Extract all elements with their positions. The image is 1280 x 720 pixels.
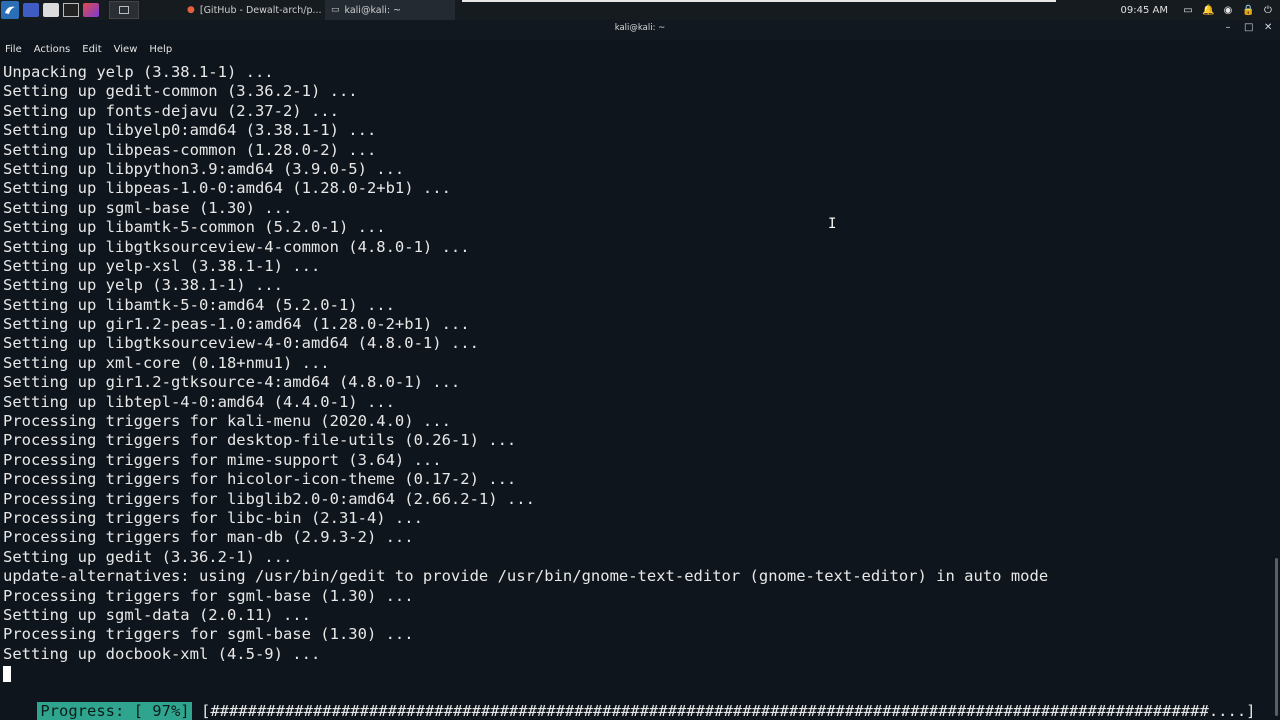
network-icon[interactable]: ◉ [1222,5,1234,16]
close-icon[interactable]: ✕ [1264,22,1272,33]
terminal-line: Processing triggers for sgml-base (1.30)… [3,625,414,644]
terminal-line: Setting up libamtk-5-0:amd64 (5.2.0-1) .… [3,295,395,314]
terminal-line: Setting up libyelp0:amd64 (3.38.1-1) ... [3,121,377,140]
terminal-line: Setting up libpeas-common (1.28.0-2) ... [3,140,377,159]
terminal-line: Processing triggers for libglib2.0-0:amd… [3,489,535,508]
terminal-line: Setting up libtepl-4-0:amd64 (4.4.0-1) .… [3,392,395,411]
apt-progress: Progress: [ 97%] [######################… [0,683,1255,720]
terminal-line: Processing triggers for mime-support (3.… [3,450,442,469]
terminal-line: Processing triggers for kali-menu (2020.… [3,412,451,431]
menu-actions[interactable]: Actions [29,44,71,55]
menu-edit[interactable]: Edit [77,44,101,55]
terminal-line: Processing triggers for hicolor-icon-the… [3,470,517,489]
menu-help[interactable]: Help [144,44,172,55]
terminal-line: Setting up sgml-base (1.30) ... [3,198,293,217]
window-titlebar[interactable]: kali@kali: ~ – □ ✕ [0,20,1280,40]
terminal-line: Setting up libpeas-1.0-0:amd64 (1.28.0-2… [3,179,451,198]
taskbar-item-terminal[interactable]: ▭ kali@kali: ~ [325,0,455,20]
terminal-line: Setting up yelp-xsl (3.38.1-1) ... [3,256,321,275]
terminal-launcher-icon[interactable] [63,3,79,17]
progress-label: Progress: [ 97%] [37,702,192,720]
notification-bell-icon[interactable]: 🔔 [1202,5,1214,16]
minimize-icon[interactable]: – [1224,22,1232,33]
power-icon[interactable]: ⏻ [1262,5,1274,16]
window-title: kali@kali: ~ [614,23,666,33]
taskbar-item-label: kali@kali: ~ [344,4,402,16]
screen-icon[interactable]: ▭ [1182,5,1194,16]
terminal-cursor-line [0,664,1272,683]
system-tray: 09:45 AM ▭ 🔔 ◉ 🔒 ⏻ [1121,0,1280,20]
terminal-line: Setting up xml-core (0.18+nmu1) ... [3,353,330,372]
lock-icon[interactable]: 🔒 [1242,5,1254,16]
workspace-switcher[interactable] [109,1,139,19]
terminal-line: Setting up libpython3.9:amd64 (3.9.0-5) … [3,159,405,178]
terminal-icon: ▭ [331,5,340,15]
text-cursor [3,666,11,683]
panel-launchers [0,0,139,20]
taskbar-item-firefox[interactable]: ● [GitHub - Dewalt-arch/p... [181,0,325,20]
terminal-line: Setting up libamtk-5-common (5.2.0-1) ..… [3,218,386,237]
terminal-line: Processing triggers for sgml-base (1.30)… [3,586,414,605]
file-manager-icon[interactable] [43,3,59,17]
browser-launcher-icon[interactable] [83,3,99,17]
terminal-line: Setting up fonts-dejavu (2.37-2) ... [3,101,339,120]
terminal-line: Setting up gedit (3.36.2-1) ... [3,547,293,566]
menu-file[interactable]: File [0,44,22,55]
window-controls: – □ ✕ [1224,22,1273,33]
terminal-line: Setting up docbook-xml (4.5-9) ... [3,644,321,663]
progress-bar: [#######################################… [200,702,1256,720]
active-window-indicator [462,0,1056,2]
terminal-line: Setting up gir1.2-peas-1.0:amd64 (1.28.0… [3,315,470,334]
terminal-line: Processing triggers for desktop-file-uti… [3,431,517,450]
firefox-icon: ● [187,5,195,15]
terminal-line: Processing triggers for man-db (2.9.3-2)… [3,528,414,547]
terminal-line: Setting up yelp (3.38.1-1) ... [3,276,283,295]
workspace-icon [119,6,129,14]
terminal-line: Unpacking yelp (3.38.1-1) ... [3,63,274,81]
terminal-line: Setting up gedit-common (3.36.2-1) ... [3,82,358,101]
terminal-line: Setting up sgml-data (2.0.11) ... [3,605,311,624]
kali-menu-icon[interactable] [1,1,19,19]
taskbar-item-label: [GitHub - Dewalt-arch/p... [199,4,322,16]
menubar: File Actions Edit View Help [0,40,1280,58]
terminal-line: Setting up libgtksourceview-4-common (4.… [3,237,470,256]
maximize-icon[interactable]: □ [1244,22,1253,33]
menu-view[interactable]: View [109,44,138,55]
terminal-line: Setting up gir1.2-gtksource-4:amd64 (4.8… [3,373,461,392]
terminal-line: Setting up libgtksourceview-4-0:amd64 (4… [3,334,479,353]
show-desktop-icon[interactable] [23,3,39,17]
terminal-output[interactable]: Unpacking yelp (3.38.1-1) ... Setting up… [0,63,1272,720]
terminal-scrollbar[interactable] [1272,58,1280,720]
text-cursor-pointer-icon: I [828,216,837,232]
scrollbar-thumb[interactable] [1275,558,1278,716]
terminal-line: update-alternatives: using /usr/bin/gedi… [3,567,1049,586]
top-panel: ● [GitHub - Dewalt-arch/p... ▭ kali@kali… [0,0,1280,20]
clock[interactable]: 09:45 AM [1121,5,1168,16]
terminal-line: Processing triggers for libc-bin (2.31-4… [3,508,423,527]
